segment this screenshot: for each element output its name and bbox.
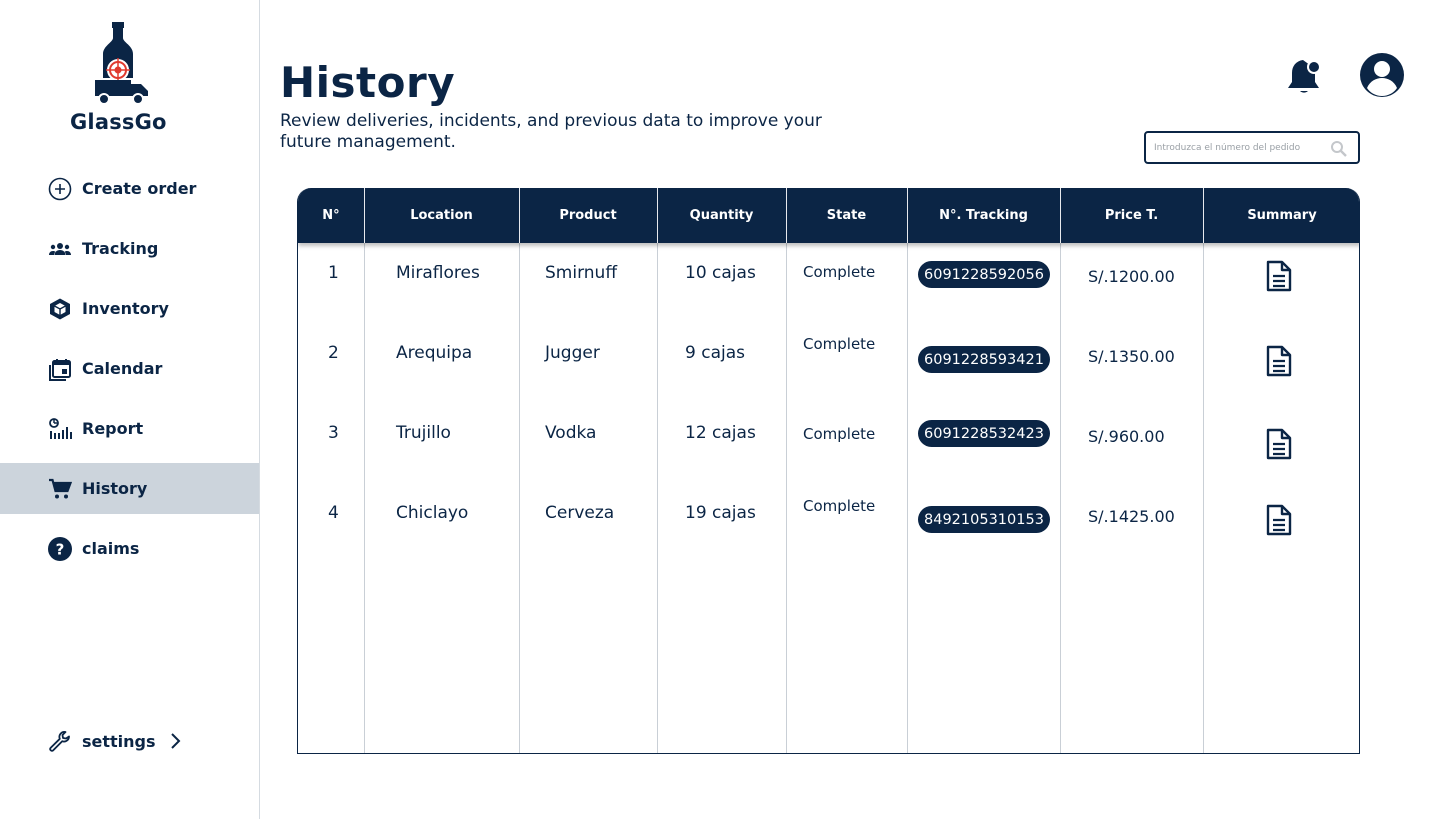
summary-document-icon[interactable]: [1265, 260, 1293, 296]
column-divider: [519, 188, 520, 753]
column-divider: [1060, 188, 1061, 753]
tracking-number-badge[interactable]: 6091228532423: [918, 420, 1050, 447]
sidebar-item-history[interactable]: History: [0, 463, 259, 514]
sidebar-item-label: Report: [82, 419, 144, 438]
cell-location: Chiclayo: [396, 503, 469, 523]
sidebar-item-settings[interactable]: settings: [0, 716, 259, 767]
page-subtitle: Review deliveries, incidents, and previo…: [280, 111, 822, 152]
sidebar-item-tracking[interactable]: Tracking: [0, 223, 259, 274]
header-divider: [907, 188, 908, 243]
cell-quantity: 12 cajas: [685, 423, 756, 443]
sidebar-item-create-order[interactable]: Create order: [0, 163, 259, 214]
order-search-input[interactable]: [1154, 137, 1324, 159]
column-divider: [657, 188, 658, 753]
user-avatar-icon[interactable]: [1359, 52, 1405, 102]
notification-bell-icon[interactable]: [1285, 56, 1325, 102]
cell-state: Complete: [803, 335, 876, 353]
svg-text:?: ?: [56, 540, 65, 558]
report-chart-icon: [48, 417, 72, 441]
calendar-icon: [48, 357, 72, 381]
table-header: N° Location Product Quantity State N°. T…: [298, 188, 1359, 243]
cell-product: Vodka: [545, 423, 597, 443]
column-header-state[interactable]: State: [786, 188, 907, 243]
cell-quantity: 10 cajas: [685, 263, 756, 283]
sidebar-item-inventory[interactable]: Inventory: [0, 283, 259, 334]
cell-number: 3: [328, 423, 339, 443]
column-header-quantity[interactable]: Quantity: [657, 188, 786, 243]
cart-icon: [48, 477, 72, 501]
cell-location: Miraflores: [396, 263, 480, 283]
cell-price: S/.1350.00: [1088, 347, 1175, 366]
search-icon[interactable]: [1330, 140, 1348, 162]
header-divider: [786, 188, 787, 243]
app-name: GlassGo: [70, 110, 167, 134]
cell-state: Complete: [803, 497, 876, 515]
cell-price: S/.1425.00: [1088, 507, 1175, 526]
header-divider: [519, 188, 520, 243]
cell-product: Cerveza: [545, 503, 615, 523]
column-header-tracking[interactable]: N°. Tracking: [907, 188, 1060, 243]
summary-document-icon[interactable]: [1265, 504, 1293, 540]
header-divider: [1203, 188, 1204, 243]
sidebar-item-label: claims: [82, 539, 140, 558]
question-circle-icon: ?: [48, 536, 72, 561]
chevron-right-icon[interactable]: [168, 732, 182, 754]
cell-price: S/.1200.00: [1088, 267, 1175, 286]
wrench-icon: [48, 730, 72, 754]
column-divider: [907, 188, 908, 753]
header-divider: [1060, 188, 1061, 243]
cell-state: Complete: [803, 425, 876, 443]
tracking-number-badge[interactable]: 8492105310153: [918, 506, 1050, 533]
tracking-number-badge[interactable]: 6091228592056: [918, 261, 1050, 288]
tracking-number-badge[interactable]: 6091228593421: [918, 346, 1050, 373]
plus-circle-icon: [48, 177, 72, 201]
cell-quantity: 19 cajas: [685, 503, 756, 523]
column-header-number[interactable]: N°: [298, 188, 364, 243]
search-box[interactable]: [1144, 131, 1360, 164]
page-title: History: [280, 58, 456, 107]
column-divider: [786, 188, 787, 753]
cell-location: Trujillo: [396, 423, 451, 443]
sidebar-item-label: Create order: [82, 179, 197, 198]
sidebar-item-report[interactable]: Report: [0, 403, 259, 454]
cell-product: Jugger: [545, 343, 600, 363]
column-header-product[interactable]: Product: [519, 188, 657, 243]
sidebar-item-label: History: [82, 479, 148, 498]
cell-quantity: 9 cajas: [685, 343, 745, 363]
app-logo[interactable]: GlassGo: [64, 20, 174, 140]
history-table: N° Location Product Quantity State N°. T…: [297, 188, 1360, 754]
cell-location: Arequipa: [396, 343, 473, 363]
sidebar-item-label: Tracking: [82, 239, 159, 258]
sidebar-item-claims[interactable]: ? claims: [0, 523, 259, 574]
main-content: History Review deliveries, incidents, an…: [260, 0, 1440, 819]
people-group-icon: [48, 237, 72, 261]
cell-price: S/.960.00: [1088, 427, 1165, 446]
header-divider: [364, 188, 365, 243]
cube-icon: [48, 297, 72, 321]
column-divider: [364, 188, 365, 753]
cell-product: Smirnuff: [545, 263, 618, 283]
header-divider: [657, 188, 658, 243]
sidebar-item-calendar[interactable]: Calendar: [0, 343, 259, 394]
sidebar-item-label: settings: [82, 732, 156, 751]
sidebar-item-label: Calendar: [82, 359, 163, 378]
column-header-price[interactable]: Price T.: [1060, 188, 1203, 243]
column-header-summary[interactable]: Summary: [1203, 188, 1359, 243]
sidebar-item-label: Inventory: [82, 299, 169, 318]
column-header-location[interactable]: Location: [364, 188, 519, 243]
bottle-truck-logo-icon: [95, 22, 148, 105]
cell-number: 4: [328, 503, 339, 523]
cell-number: 2: [328, 343, 339, 363]
summary-document-icon[interactable]: [1265, 345, 1293, 381]
summary-document-icon[interactable]: [1265, 428, 1293, 464]
cell-state: Complete: [803, 263, 876, 281]
cell-number: 1: [328, 263, 339, 283]
column-divider: [1203, 188, 1204, 753]
sidebar: GlassGo Create order Tracking Inventory …: [0, 0, 260, 819]
